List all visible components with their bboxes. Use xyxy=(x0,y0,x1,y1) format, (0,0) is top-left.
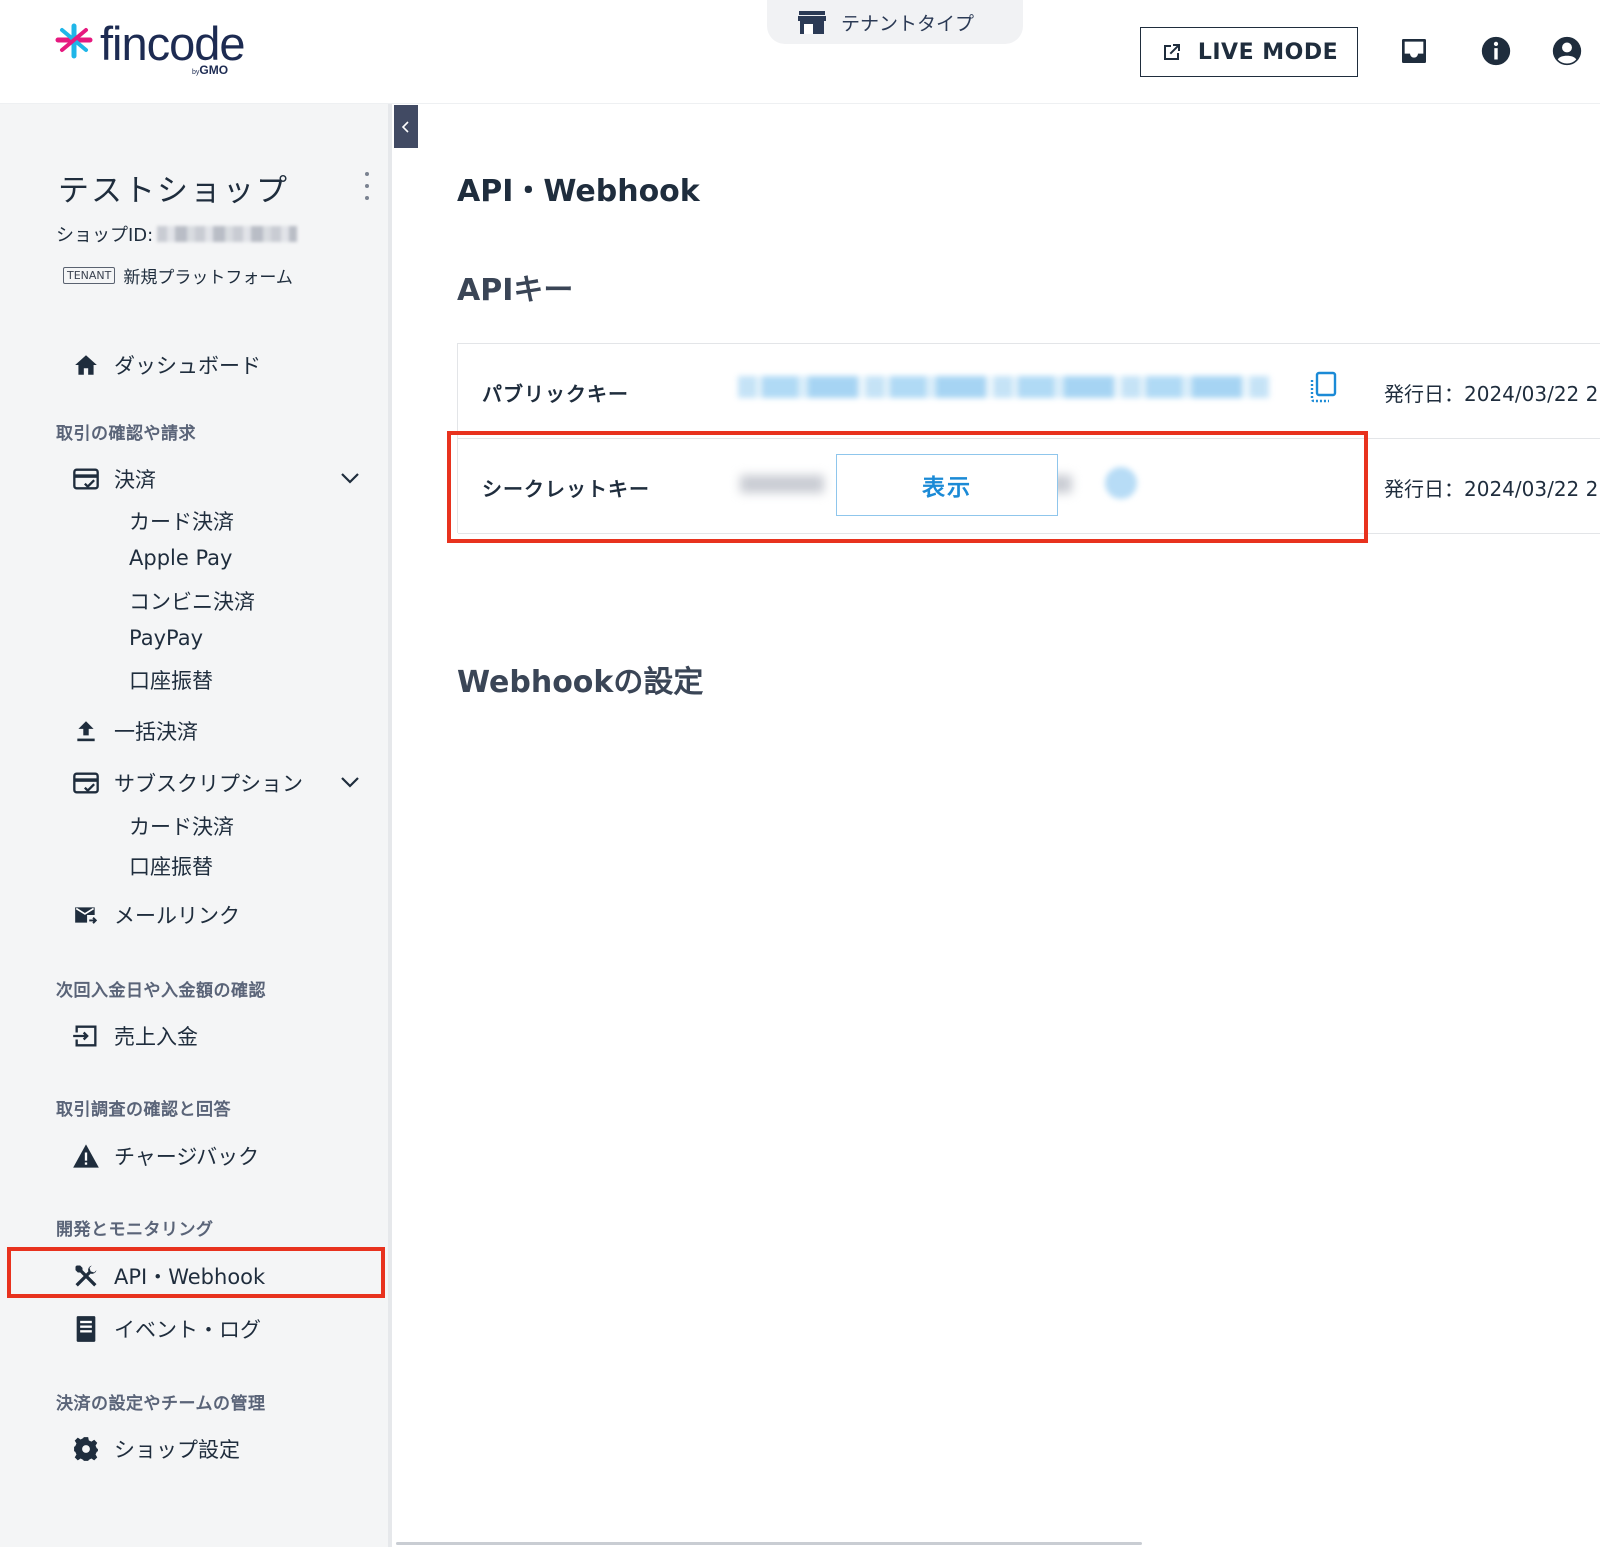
sidebar-item-konbini[interactable]: コンビニ決済 xyxy=(129,586,255,616)
top-header: fincode byGMO テナントタイプ LIVE MODE xyxy=(0,0,1600,104)
section-settings: 決済の設定やチームの管理 xyxy=(56,1394,266,1414)
sidebar-item-payments[interactable]: 決済 xyxy=(72,464,156,494)
secret-key-highlight-box xyxy=(447,431,1368,543)
sidebar-item-apple-pay[interactable]: Apple Pay xyxy=(129,546,232,570)
info-icon xyxy=(1481,36,1511,66)
sidebar-item-event-log[interactable]: イベント・ログ xyxy=(72,1314,261,1344)
sidebar-highlight-box xyxy=(7,1247,385,1298)
log-icon xyxy=(72,1315,100,1343)
sidebar-item-card-payment[interactable]: カード決済 xyxy=(129,506,234,536)
chevron-left-icon xyxy=(401,120,409,133)
sidebar-item-bank-transfer[interactable]: 口座振替 xyxy=(129,665,213,695)
sidebar-item-subscription-bank[interactable]: 口座振替 xyxy=(129,851,213,881)
chevron-down-icon[interactable] xyxy=(338,466,362,490)
sidebar-item-subscription-card[interactable]: カード決済 xyxy=(129,811,234,841)
page-title: API・Webhook xyxy=(457,174,700,209)
public-key-row: パブリックキー 発行日：2024/03/22 2 xyxy=(458,344,1600,439)
shop-id: ショップID: xyxy=(56,221,298,247)
subscription-icon xyxy=(72,769,100,797)
sidebar-item-sales-deposit[interactable]: 売上入金 xyxy=(72,1021,198,1051)
payment-icon xyxy=(72,465,100,493)
shop-name: テストショップ xyxy=(58,173,289,209)
live-mode-label: LIVE MODE xyxy=(1197,39,1339,65)
section-disputes: 取引調査の確認と回答 xyxy=(56,1100,231,1120)
chevron-down-icon[interactable] xyxy=(338,770,362,794)
tenant-badge: TENANT xyxy=(63,267,116,284)
sidebar-collapse-button[interactable] xyxy=(394,105,418,148)
public-key-issued-date: 発行日：2024/03/22 2 xyxy=(1384,382,1599,406)
deposit-icon xyxy=(72,1022,100,1050)
logo-mark-icon xyxy=(55,23,93,59)
webhook-heading: Webhookの設定 xyxy=(457,665,704,700)
section-transactions: 取引の確認や請求 xyxy=(56,424,196,444)
sidebar-item-dashboard[interactable]: ダッシュボード xyxy=(72,350,261,380)
tenant-type-tab[interactable]: テナントタイプ xyxy=(767,0,1023,44)
horizontal-scrollbar[interactable] xyxy=(396,1542,1142,1545)
inbox-icon xyxy=(1402,39,1426,63)
live-mode-button[interactable]: LIVE MODE xyxy=(1140,27,1358,77)
shop-menu-button[interactable] xyxy=(360,172,374,200)
account-icon xyxy=(1552,36,1582,66)
copy-icon[interactable] xyxy=(1308,370,1340,404)
upload-icon xyxy=(72,717,100,745)
tenant-info: TENANT 新規プラットフォーム xyxy=(63,263,293,288)
secret-key-issued-date: 発行日：2024/03/22 2 xyxy=(1384,477,1599,501)
inbox-button[interactable] xyxy=(1394,31,1434,71)
logo-subtext: byGMO xyxy=(192,63,229,77)
info-button[interactable] xyxy=(1476,31,1516,71)
mail-icon xyxy=(72,901,100,929)
account-button[interactable] xyxy=(1547,31,1587,71)
section-deposits: 次回入金日や入金額の確認 xyxy=(56,981,266,1001)
store-icon xyxy=(798,11,826,34)
tenant-name: 新規プラットフォーム xyxy=(123,268,293,288)
sidebar-item-chargeback[interactable]: チャージバック xyxy=(72,1141,259,1171)
shop-id-redacted xyxy=(157,226,298,242)
sidebar-item-mail-link[interactable]: メールリンク xyxy=(72,900,240,930)
tenant-type-label: テナントタイプ xyxy=(841,12,975,35)
sidebar-item-bulk-payment[interactable]: 一括決済 xyxy=(72,716,198,746)
sidebar-item-shop-settings[interactable]: ショップ設定 xyxy=(72,1434,240,1464)
public-key-value-redacted xyxy=(738,376,1270,398)
gear-icon xyxy=(72,1435,100,1463)
sidebar-item-paypay[interactable]: PayPay xyxy=(129,626,203,650)
sidebar-item-subscription[interactable]: サブスクリプション xyxy=(72,768,303,798)
external-link-icon xyxy=(1163,44,1180,60)
warning-icon xyxy=(72,1142,100,1170)
home-icon xyxy=(72,351,100,379)
section-dev: 開発とモニタリング xyxy=(56,1220,214,1240)
fincode-logo[interactable]: fincode byGMO xyxy=(52,18,246,80)
api-keys-heading: APIキー xyxy=(457,273,574,308)
public-key-label: パブリックキー xyxy=(482,382,629,406)
